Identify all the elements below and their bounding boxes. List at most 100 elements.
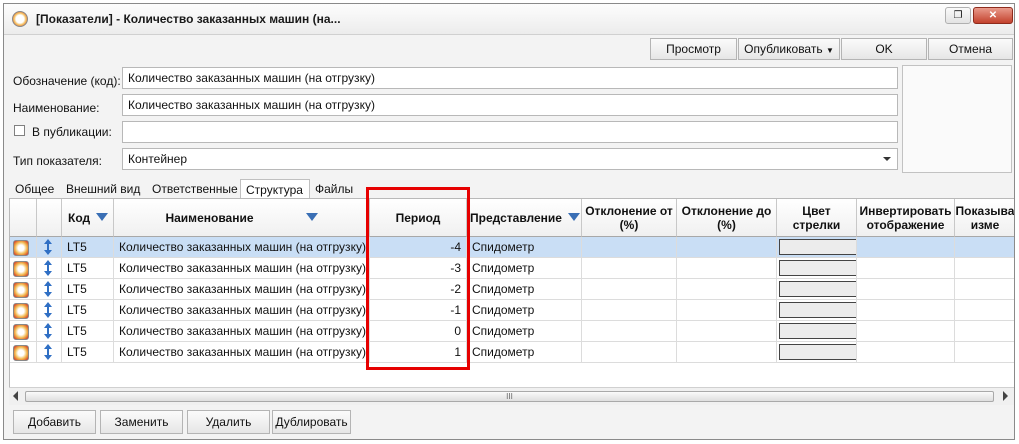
table-row[interactable]: LT5 Количество заказанных машин (на отгру… xyxy=(10,342,1014,363)
tab-files[interactable]: Файлы xyxy=(314,179,354,199)
arrow-color-cell[interactable] xyxy=(777,342,857,363)
tab-general[interactable]: Общее xyxy=(14,179,55,199)
cell-show[interactable] xyxy=(955,321,1014,342)
cell-code[interactable]: LT5 xyxy=(62,258,114,279)
cell-view[interactable]: Спидометр xyxy=(467,321,582,342)
cell-code[interactable]: LT5 xyxy=(62,342,114,363)
scroll-right-icon[interactable] xyxy=(1003,391,1008,401)
cell-invert[interactable] xyxy=(857,300,955,321)
cell-view[interactable]: Спидометр xyxy=(467,279,582,300)
cell-name[interactable]: Количество заказанных машин (на отгрузку… xyxy=(114,279,370,300)
cell-invert[interactable] xyxy=(857,258,955,279)
cell-view[interactable]: Спидометр xyxy=(467,237,582,258)
row-move-cell[interactable] xyxy=(37,321,62,342)
color-swatch[interactable] xyxy=(779,323,856,339)
table-row[interactable]: LT5 Количество заказанных машин (на отгру… xyxy=(10,279,1014,300)
cell-invert[interactable] xyxy=(857,279,955,300)
header-deviation-from[interactable]: Отклонение от (%) xyxy=(582,199,677,237)
row-icon-cell[interactable] xyxy=(10,258,37,279)
filter-icon[interactable] xyxy=(305,212,318,221)
cell-invert[interactable] xyxy=(857,342,955,363)
publication-checkbox[interactable] xyxy=(14,125,25,136)
cell-dev_to[interactable] xyxy=(677,279,777,300)
cell-period[interactable]: -1 xyxy=(370,300,467,321)
color-swatch[interactable] xyxy=(779,281,856,297)
row-move-cell[interactable] xyxy=(37,342,62,363)
header-arrow-color[interactable]: Цвет стрелки xyxy=(777,199,857,237)
add-button[interactable]: Добавить xyxy=(13,410,96,434)
table-row[interactable]: LT5 Количество заказанных машин (на отгру… xyxy=(10,300,1014,321)
cell-dev_from[interactable] xyxy=(582,321,677,342)
publish-dropdown-button[interactable]: Опубликовать ▼ xyxy=(738,38,840,60)
cell-name[interactable]: Количество заказанных машин (на отгрузку… xyxy=(114,342,370,363)
tab-appearance[interactable]: Внешний вид xyxy=(65,179,141,199)
code-field[interactable]: Количество заказанных машин (на отгрузку… xyxy=(122,67,898,89)
color-swatch[interactable] xyxy=(779,302,856,318)
preview-button[interactable]: Просмотр xyxy=(650,38,737,60)
row-move-cell[interactable] xyxy=(37,237,62,258)
table-row[interactable]: LT5 Количество заказанных машин (на отгру… xyxy=(10,321,1014,342)
cell-invert[interactable] xyxy=(857,237,955,258)
cell-dev_to[interactable] xyxy=(677,300,777,321)
restore-button[interactable]: ❐ xyxy=(945,7,971,24)
cell-show[interactable] xyxy=(955,300,1014,321)
arrow-color-cell[interactable] xyxy=(777,300,857,321)
header-show[interactable]: Показыва изме xyxy=(955,199,1014,237)
arrow-color-cell[interactable] xyxy=(777,237,857,258)
cell-period[interactable]: -2 xyxy=(370,279,467,300)
cell-name[interactable]: Количество заказанных машин (на отгрузку… xyxy=(114,300,370,321)
cell-dev_from[interactable] xyxy=(582,342,677,363)
row-icon-cell[interactable] xyxy=(10,342,37,363)
row-move-cell[interactable] xyxy=(37,300,62,321)
header-deviation-to[interactable]: Отклонение до (%) xyxy=(677,199,777,237)
close-button[interactable]: ✕ xyxy=(973,7,1013,24)
row-icon-cell[interactable] xyxy=(10,300,37,321)
cell-period[interactable]: 0 xyxy=(370,321,467,342)
color-swatch[interactable] xyxy=(779,260,856,276)
cancel-button[interactable]: Отмена xyxy=(928,38,1013,60)
cell-name[interactable]: Количество заказанных машин (на отгрузку… xyxy=(114,237,370,258)
arrow-color-cell[interactable] xyxy=(777,258,857,279)
cell-name[interactable]: Количество заказанных машин (на отгрузку… xyxy=(114,321,370,342)
type-select[interactable]: Контейнер xyxy=(122,148,898,170)
row-icon-cell[interactable] xyxy=(10,321,37,342)
horizontal-scrollbar[interactable]: III xyxy=(9,387,1014,405)
ok-button[interactable]: OK xyxy=(841,38,927,60)
arrow-color-cell[interactable] xyxy=(777,279,857,300)
row-move-cell[interactable] xyxy=(37,279,62,300)
table-row[interactable]: LT5 Количество заказанных машин (на отгру… xyxy=(10,237,1014,258)
header-view[interactable]: Представление xyxy=(467,199,582,237)
cell-view[interactable]: Спидометр xyxy=(467,342,582,363)
scrollbar-thumb[interactable]: III xyxy=(25,391,994,402)
delete-button[interactable]: Удалить xyxy=(187,410,270,434)
filter-icon[interactable] xyxy=(567,212,580,221)
cell-code[interactable]: LT5 xyxy=(62,300,114,321)
cell-name[interactable]: Количество заказанных машин (на отгрузку… xyxy=(114,258,370,279)
cell-code[interactable]: LT5 xyxy=(62,321,114,342)
header-code[interactable]: Код xyxy=(62,199,114,237)
publication-field[interactable] xyxy=(122,121,898,143)
cell-dev_to[interactable] xyxy=(677,237,777,258)
up-down-arrow-icon[interactable] xyxy=(43,281,53,297)
up-down-arrow-icon[interactable] xyxy=(43,239,53,255)
cell-period[interactable]: -3 xyxy=(370,258,467,279)
cell-view[interactable]: Спидометр xyxy=(467,258,582,279)
color-swatch[interactable] xyxy=(779,239,856,255)
duplicate-button[interactable]: Дублировать xyxy=(272,410,351,434)
header-name[interactable]: Наименование xyxy=(114,199,370,237)
row-move-cell[interactable] xyxy=(37,258,62,279)
cell-code[interactable]: LT5 xyxy=(62,279,114,300)
cell-dev_from[interactable] xyxy=(582,279,677,300)
up-down-arrow-icon[interactable] xyxy=(43,344,53,360)
filter-icon[interactable] xyxy=(96,212,109,221)
cell-dev_from[interactable] xyxy=(582,300,677,321)
cell-dev_to[interactable] xyxy=(677,258,777,279)
replace-button[interactable]: Заменить xyxy=(100,410,183,434)
cell-dev_to[interactable] xyxy=(677,321,777,342)
cell-view[interactable]: Спидометр xyxy=(467,300,582,321)
row-icon-cell[interactable] xyxy=(10,237,37,258)
table-row[interactable]: LT5 Количество заказанных машин (на отгру… xyxy=(10,258,1014,279)
cell-period[interactable]: 1 xyxy=(370,342,467,363)
up-down-arrow-icon[interactable] xyxy=(43,302,53,318)
cell-show[interactable] xyxy=(955,279,1014,300)
